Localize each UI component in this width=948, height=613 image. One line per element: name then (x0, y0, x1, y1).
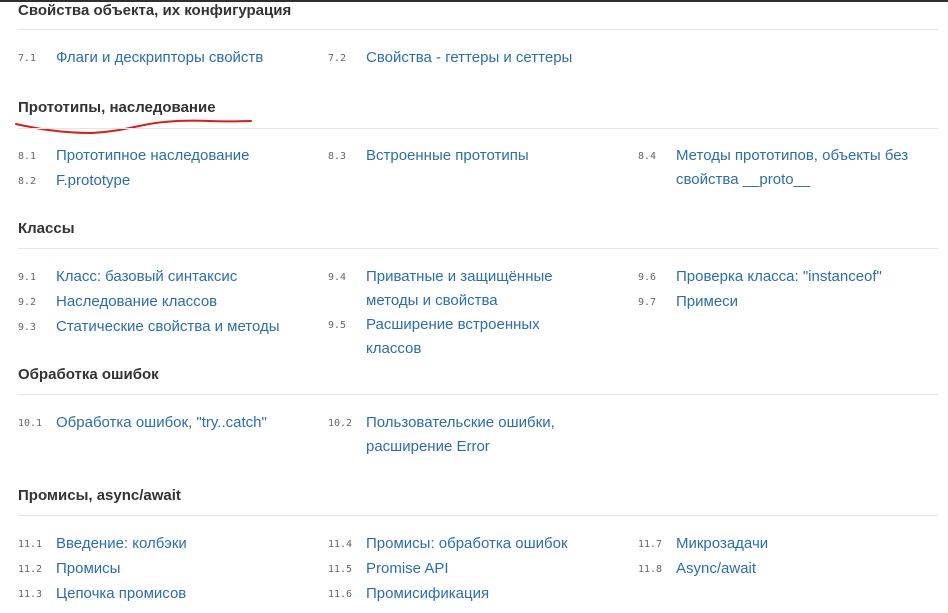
chapter-link[interactable]: F.prototype (56, 169, 130, 193)
chapter-number: 8.4 (638, 151, 657, 162)
chapter-number: 10.1 (18, 418, 43, 429)
chapter-item-8-2[interactable]: 8.2 F.prototype (18, 169, 288, 194)
chapter-link[interactable]: Наследование классов (56, 290, 217, 314)
chapter-number: 9.7 (638, 297, 657, 308)
chapter-item-7-1[interactable]: 7.1 Флаги и дескрипторы свойств (18, 46, 288, 71)
section-title-classes: Классы (18, 220, 75, 237)
chapter-item-9-7[interactable]: 9.7 Примеси (638, 290, 938, 315)
chapter-item-9-1[interactable]: 9.1 Класс: базовый синтаксис (18, 265, 288, 290)
section-title-object-properties: Свойства объекта, их конфигурация (18, 2, 292, 19)
chapter-item-10-2[interactable]: 10.2 Пользовательские ошибки, расширение… (328, 411, 598, 459)
chapter-item-8-3[interactable]: 8.3 Встроенные прототипы (328, 144, 598, 169)
chapter-link[interactable]: Свойства - геттеры и сеттеры (366, 46, 572, 70)
chapter-number: 11.2 (18, 564, 43, 575)
chapter-link[interactable]: Встроенные прототипы (366, 144, 529, 168)
section-divider (18, 29, 938, 30)
chapter-link[interactable]: Флаги и дескрипторы свойств (56, 46, 263, 70)
chapter-item-8-4[interactable]: 8.4 Методы прототипов, объекты без свойс… (638, 144, 938, 192)
chapter-item-11-8[interactable]: 11.8 Async/await (638, 557, 938, 582)
chapter-item-11-3[interactable]: 11.3 Цепочка промисов (18, 582, 288, 607)
chapter-item-11-1[interactable]: 11.1 Введение: колбэки (18, 532, 288, 557)
chapter-number: 9.3 (18, 322, 37, 333)
section-divider (18, 515, 938, 516)
chapter-link[interactable]: Микрозадачи (676, 532, 768, 556)
chapter-item-11-5[interactable]: 11.5 Promise API (328, 557, 598, 582)
chapter-link[interactable]: Async/await (676, 557, 756, 581)
chapter-number: 8.1 (18, 151, 37, 162)
chapter-number: 9.4 (328, 272, 347, 283)
chapter-number: 9.2 (18, 297, 37, 308)
chapter-link[interactable]: Статические свойства и методы (56, 315, 280, 339)
chapter-link[interactable]: Промисы (56, 557, 120, 581)
tutorial-contents-page: Свойства объекта, их конфигурация 7.1 Фл… (0, 0, 948, 613)
chapter-link[interactable]: Промисификация (366, 582, 489, 606)
chapter-number: 11.8 (638, 564, 663, 575)
chapter-item-11-7[interactable]: 11.7 Микрозадачи (638, 532, 938, 557)
chapter-number: 11.4 (328, 539, 353, 550)
chapter-number: 7.1 (18, 53, 37, 64)
red-underline-annotation (15, 119, 252, 135)
chapter-item-9-3[interactable]: 9.3 Статические свойства и методы (18, 315, 288, 340)
chapter-link[interactable]: Промисы: обработка ошибок (366, 532, 568, 556)
chapter-number: 10.2 (328, 418, 353, 429)
section-divider (18, 248, 938, 249)
chapter-number: 11.1 (18, 539, 43, 550)
chapter-link[interactable]: Примеси (676, 290, 738, 314)
chapter-link[interactable]: Цепочка промисов (56, 582, 186, 606)
chapter-item-9-2[interactable]: 9.2 Наследование классов (18, 290, 288, 315)
underline-stroke (15, 119, 252, 135)
chapter-link[interactable]: Прототипное наследование (56, 144, 250, 168)
chapter-item-7-2[interactable]: 7.2 Свойства - геттеры и сеттеры (328, 46, 598, 71)
chapter-link[interactable]: Проверка класса: "instanceof" (676, 265, 882, 289)
section-title-promises: Промисы, async/await (18, 487, 181, 504)
chapter-number: 7.2 (328, 53, 347, 64)
chapter-number: 8.2 (18, 176, 37, 187)
chapter-item-8-1[interactable]: 8.1 Прототипное наследование (18, 144, 288, 169)
chapter-link[interactable]: Класс: базовый синтаксис (56, 265, 237, 289)
section-title-error-handling: Обработка ошибок (18, 366, 159, 383)
chapter-link[interactable]: Приватные и защищённые методы и свойства (366, 265, 598, 313)
chapter-link[interactable]: Обработка ошибок, "try..catch" (56, 411, 267, 435)
chapter-link[interactable]: Расширение встроенных классов (366, 313, 598, 361)
chapter-number: 11.5 (328, 564, 353, 575)
chapter-item-10-1[interactable]: 10.1 Обработка ошибок, "try..catch" (18, 411, 288, 436)
chapter-link[interactable]: Введение: колбэки (56, 532, 187, 556)
chapter-item-9-5[interactable]: 9.5 Расширение встроенных классов (328, 313, 598, 361)
section-divider (18, 394, 938, 395)
chapter-number: 9.6 (638, 272, 657, 283)
chapter-link[interactable]: Методы прототипов, объекты без свойства … (676, 144, 938, 192)
chapter-number: 11.7 (638, 539, 663, 550)
chapter-number: 11.6 (328, 589, 353, 600)
chapter-item-11-4[interactable]: 11.4 Промисы: обработка ошибок (328, 532, 598, 557)
chapter-number: 9.1 (18, 272, 37, 283)
chapter-item-9-4[interactable]: 9.4 Приватные и защищённые методы и свой… (328, 265, 598, 313)
chapter-link[interactable]: Пользовательские ошибки, расширение Erro… (366, 411, 581, 459)
chapter-item-9-6[interactable]: 9.6 Проверка класса: "instanceof" (638, 265, 938, 290)
chapter-item-11-6[interactable]: 11.6 Промисификация (328, 582, 598, 607)
chapter-link[interactable]: Promise API (366, 557, 449, 581)
chapter-item-11-2[interactable]: 11.2 Промисы (18, 557, 288, 582)
chapter-number: 11.3 (18, 589, 43, 600)
chapter-number: 8.3 (328, 151, 347, 162)
section-divider (18, 128, 938, 129)
chapter-number: 9.5 (328, 320, 347, 331)
section-title-prototypes: Прототипы, наследование (18, 99, 216, 116)
